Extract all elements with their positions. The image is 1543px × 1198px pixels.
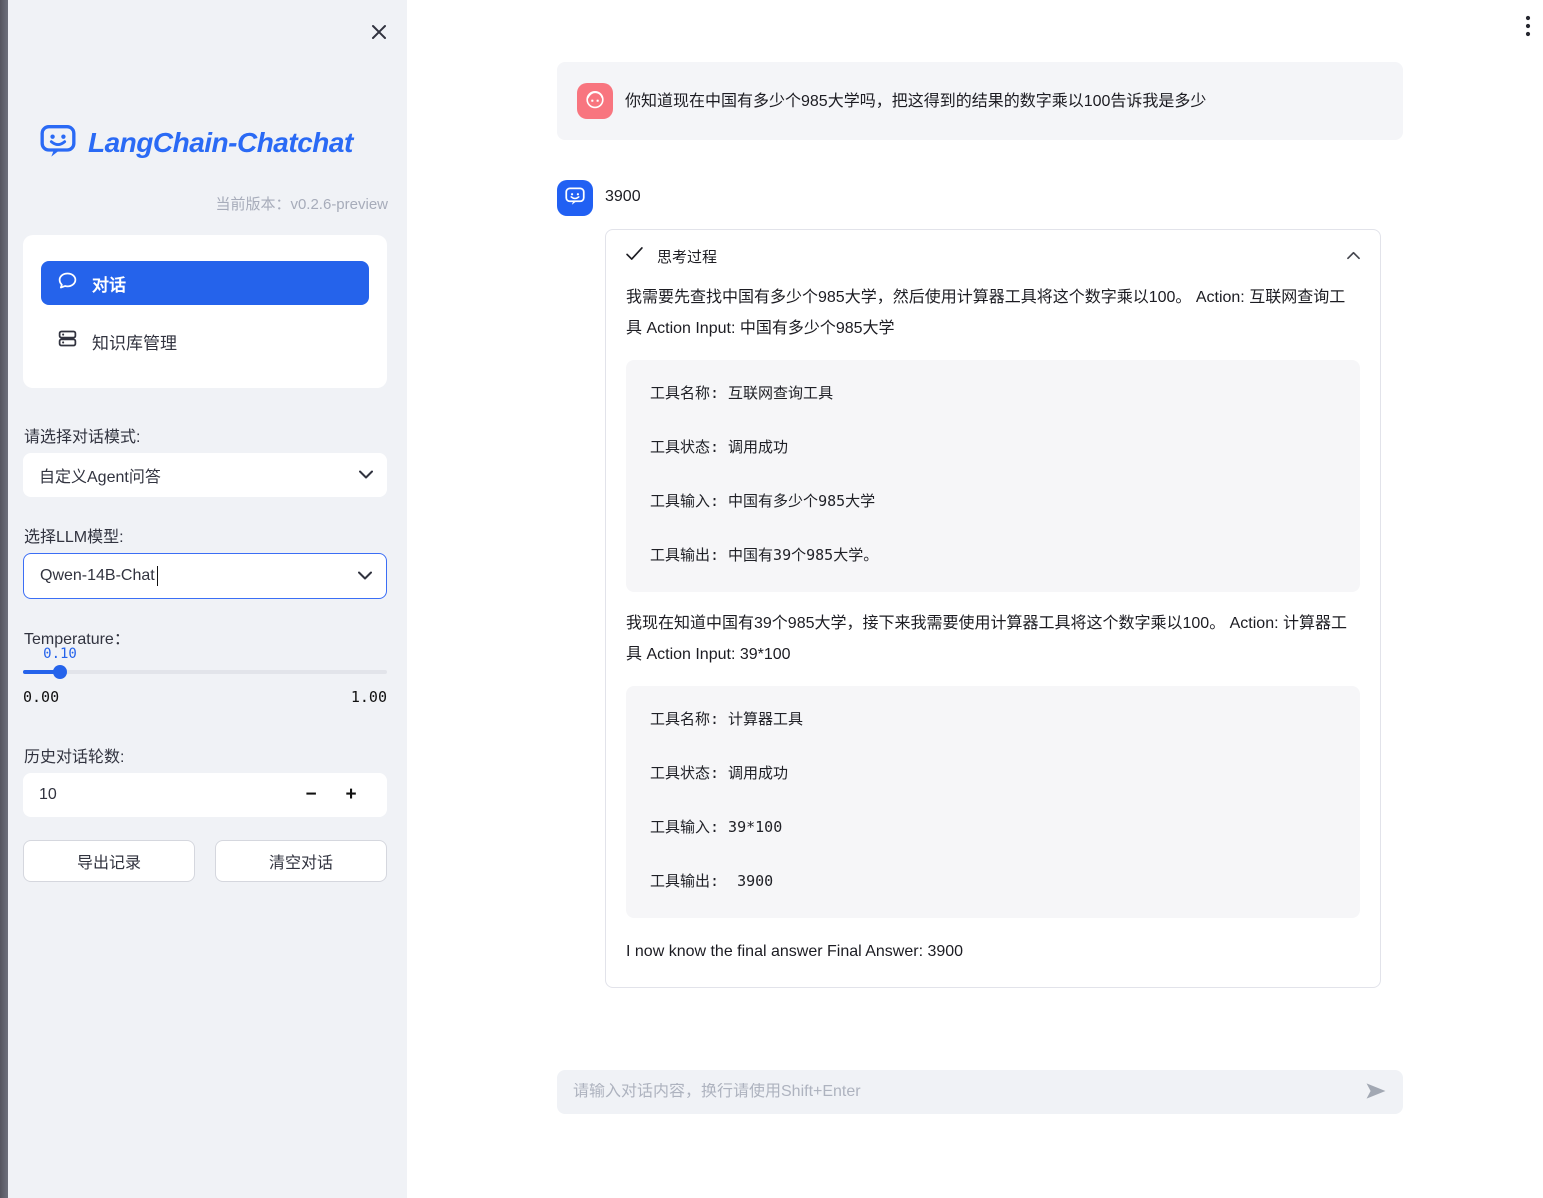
send-button[interactable] — [1365, 1082, 1387, 1103]
temperature-value: 0.10 — [43, 646, 77, 662]
assistant-message: 3900 思考过程 我需要先查找中国有多少个985大学，然后使用计算器工具将这个… — [557, 180, 1403, 988]
history-rounds-label: 历史对话轮数: — [24, 743, 124, 767]
sidebar-close-button[interactable] — [363, 17, 395, 49]
dialog-mode-value: 自定义Agent问答 — [39, 463, 161, 487]
slider-thumb[interactable] — [53, 665, 67, 679]
llm-model-label: 选择LLM模型: — [24, 523, 124, 547]
dialog-mode-label: 请选择对话模式: — [24, 423, 140, 447]
face-icon — [580, 84, 610, 119]
slider-track[interactable] — [23, 670, 387, 674]
tool-call-block: 工具名称: 互联网查询工具 工具状态: 调用成功 工具输入: 中国有多少个985… — [626, 360, 1360, 592]
llm-model-value: Qwen-14B-Chat — [40, 567, 155, 585]
tool-input: 工具输入: 39*100 — [650, 816, 1336, 838]
sidebar: LangChain-Chatchat 当前版本：v0.2.6-preview 对… — [8, 0, 407, 1198]
chat-input[interactable] — [573, 1083, 1355, 1101]
sidebar-item-knowledge-base[interactable]: 知识库管理 — [41, 319, 369, 363]
history-rounds-input[interactable] — [39, 786, 291, 804]
slider-max: 1.00 — [351, 688, 387, 706]
dialog-mode-select[interactable]: 自定义Agent问答 — [23, 453, 387, 497]
temperature-label: Temperature： — [24, 625, 130, 649]
tool-status: 工具状态: 调用成功 — [650, 762, 1336, 784]
text-cursor — [157, 566, 158, 586]
chat-input-bar — [557, 1070, 1403, 1114]
tool-name: 工具名称: 计算器工具 — [650, 708, 1336, 730]
database-icon — [57, 328, 78, 354]
version-text: 当前版本：v0.2.6-preview — [215, 193, 388, 214]
nav-card: 对话 知识库管理 — [23, 235, 387, 388]
expander-title: 思考过程 — [657, 246, 1333, 267]
assistant-avatar — [557, 180, 593, 216]
user-avatar — [577, 83, 613, 119]
user-message-text: 你知道现在中国有多少个985大学吗，把这得到的结果的数字乘以100告诉我是多少 — [625, 87, 1206, 116]
assistant-answer: 3900 — [605, 180, 1403, 206]
final-answer-text: I now know the final answer Final Answer… — [626, 936, 1360, 967]
tool-name: 工具名称: 互联网查询工具 — [650, 382, 1336, 404]
chat-area: 你知道现在中国有多少个985大学吗，把这得到的结果的数字乘以100告诉我是多少 … — [557, 62, 1403, 988]
agent-thought: 我现在知道中国有39个985大学，接下来我需要使用计算器工具将这个数字乘以100… — [626, 608, 1360, 670]
decrement-button[interactable]: − — [291, 773, 331, 817]
slider-min: 0.00 — [23, 688, 59, 706]
app-logo: LangChain-Chatchat — [38, 120, 353, 165]
sidebar-item-label: 对话 — [92, 271, 126, 296]
send-icon — [1365, 1082, 1387, 1103]
llm-model-select[interactable]: Qwen-14B-Chat — [23, 553, 387, 599]
user-message: 你知道现在中国有多少个985大学吗，把这得到的结果的数字乘以100告诉我是多少 — [557, 62, 1403, 140]
export-records-button[interactable]: 导出记录 — [23, 840, 195, 882]
sidebar-item-label: 知识库管理 — [92, 329, 177, 354]
app-menu-button[interactable] — [1515, 14, 1541, 40]
window-edge — [0, 0, 8, 1198]
chat-logo-icon — [38, 120, 78, 165]
chevron-up-icon[interactable] — [1347, 247, 1360, 265]
tool-input: 工具输入: 中国有多少个985大学 — [650, 490, 1336, 512]
chevron-down-icon — [358, 567, 372, 585]
tool-output: 工具输出: 中国有39个985大学。 — [650, 544, 1336, 566]
thought-process-expander: 思考过程 我需要先查找中国有多少个985大学，然后使用计算器工具将这个数字乘以1… — [605, 229, 1381, 988]
chat-bubble-icon — [57, 270, 78, 296]
agent-thought: 我需要先查找中国有多少个985大学，然后使用计算器工具将这个数字乘以100。 A… — [626, 282, 1360, 344]
close-icon — [369, 22, 389, 45]
tool-output: 工具输出: 3900 — [650, 870, 1336, 892]
kebab-menu-icon — [1525, 15, 1531, 40]
increment-button[interactable]: + — [331, 773, 371, 817]
sidebar-item-dialogue[interactable]: 对话 — [41, 261, 369, 305]
chat-icon — [561, 182, 589, 215]
chevron-down-icon — [359, 466, 373, 484]
temperature-slider: 0.10 0.00 1.00 — [23, 670, 387, 706]
tool-call-block: 工具名称: 计算器工具 工具状态: 调用成功 工具输入: 39*100 工具输出… — [626, 686, 1360, 918]
expander-header[interactable]: 思考过程 — [626, 230, 1360, 282]
expander-body: 我需要先查找中国有多少个985大学，然后使用计算器工具将这个数字乘以100。 A… — [626, 282, 1360, 967]
check-icon — [626, 247, 643, 265]
clear-dialog-button[interactable]: 清空对话 — [215, 840, 387, 882]
app-title: LangChain-Chatchat — [88, 127, 353, 159]
history-rounds-stepper: − + — [23, 773, 387, 817]
tool-status: 工具状态: 调用成功 — [650, 436, 1336, 458]
